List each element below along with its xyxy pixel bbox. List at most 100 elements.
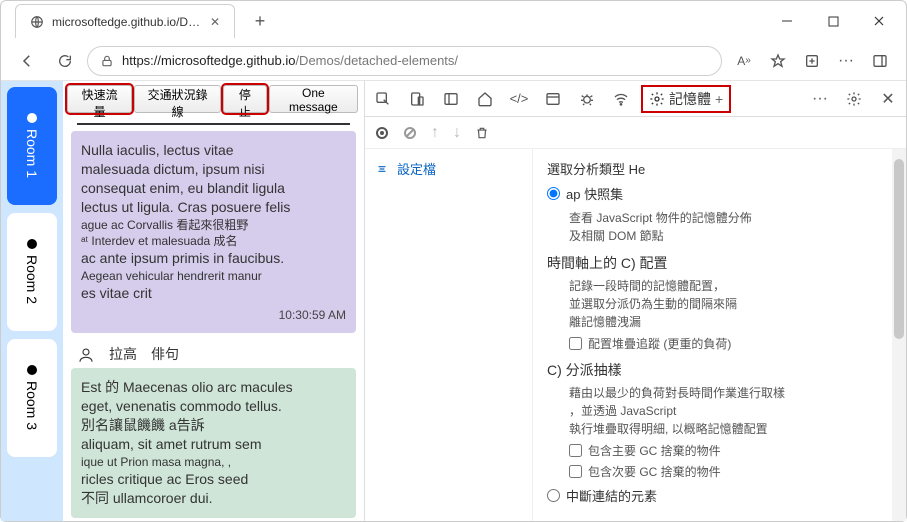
stack-trace-checkbox[interactable]: 配置堆疊追蹤 (更重的負荷) bbox=[569, 335, 892, 352]
status-dot bbox=[27, 239, 37, 249]
checkbox[interactable] bbox=[569, 337, 582, 350]
more-icon[interactable]: ··· bbox=[808, 87, 832, 111]
heap-snapshot-option[interactable]: ap 快照集 bbox=[547, 184, 892, 203]
opt-desc: 離記憶體洩漏 bbox=[569, 313, 892, 331]
status-dot bbox=[27, 113, 37, 123]
up-icon[interactable]: ↑ bbox=[431, 124, 439, 142]
sidebar-toggle[interactable] bbox=[864, 45, 896, 77]
message-bubble-1: Nulla iaculis, lectus vitae malesuada di… bbox=[71, 131, 356, 333]
msg-line: 不同 ullamcoroer dui. bbox=[81, 489, 346, 508]
msg-line: lectus ut ligula. Cras posuere felis bbox=[81, 198, 346, 217]
heap-snapshot-radio[interactable] bbox=[547, 187, 560, 200]
memory-tab-label: 記憶體 bbox=[669, 89, 711, 109]
url-box[interactable]: https://microsoftedge.github.io/Demos/de… bbox=[87, 46, 722, 76]
msg-line: 別名讓鼠饑饑 a告訴 bbox=[81, 416, 346, 435]
cb-label: 包含次要 GC 捨棄的物件 bbox=[588, 463, 721, 480]
message-area: 快速流量 交通狀況錄線 停止 One message Nulla iaculis… bbox=[63, 81, 365, 521]
settings-icon[interactable] bbox=[842, 87, 866, 111]
window-titlebar: microsoftedge.github.io/Demos/d ✕ + bbox=[1, 1, 906, 41]
window-controls bbox=[764, 5, 902, 37]
address-bar: https://microsoftedge.github.io/Demos/de… bbox=[1, 41, 906, 81]
detached-elements-option[interactable]: 中斷連結的元素 bbox=[547, 486, 892, 505]
minimize-button[interactable] bbox=[764, 5, 810, 37]
devtools-panel: </> 記憶體 + ··· ✕ ↑ ↓ bbox=[365, 81, 906, 521]
main-area: Room 1 Room 2 Room 3 快速流量 交通狀況錄線 停止 One … bbox=[1, 81, 906, 521]
msg-line: es vitae crit bbox=[81, 284, 346, 303]
opt-desc: ，並透過 JavaScript bbox=[569, 402, 892, 420]
memory-tab[interactable]: 記憶體 + bbox=[643, 87, 729, 111]
lock-icon bbox=[100, 54, 114, 68]
devtools-body: 設定檔 選取分析類型 He ap 快照集 查看 JavaScript 物件的記憶… bbox=[365, 149, 906, 521]
menu-button[interactable]: ··· bbox=[830, 45, 862, 77]
network-icon[interactable] bbox=[609, 87, 633, 111]
panel-icon[interactable] bbox=[439, 87, 463, 111]
record-icon[interactable] bbox=[375, 126, 389, 140]
opt-desc: 並選取分派仍為生動的間隔來隔 bbox=[569, 295, 892, 313]
maximize-button[interactable] bbox=[810, 5, 856, 37]
major-gc-checkbox[interactable]: 包含主要 GC 捨棄的物件 bbox=[569, 442, 892, 459]
opt-desc: 及相關 DOM 節點 bbox=[569, 227, 892, 245]
status-dot bbox=[27, 365, 37, 375]
opt-desc: 查看 JavaScript 物件的記憶體分佈 bbox=[569, 209, 892, 227]
devtools-close-icon[interactable]: ✕ bbox=[876, 87, 900, 111]
sources-icon[interactable]: </> bbox=[507, 87, 531, 111]
memory-options-panel: 選取分析類型 He ap 快照集 查看 JavaScript 物件的記憶體分佈 … bbox=[533, 149, 906, 521]
checkbox[interactable] bbox=[569, 465, 582, 478]
room-label: Room 2 bbox=[24, 255, 40, 304]
read-aloud-button[interactable]: A» bbox=[728, 45, 760, 77]
back-button[interactable] bbox=[11, 45, 43, 77]
gear-icon bbox=[649, 91, 665, 107]
collections-button[interactable] bbox=[796, 45, 828, 77]
msg-line: Nulla iaculis, lectus vitae bbox=[81, 141, 346, 160]
room-label: Room 3 bbox=[24, 381, 40, 430]
new-tab-button[interactable]: + bbox=[245, 6, 275, 36]
refresh-button[interactable] bbox=[49, 45, 81, 77]
select-he: He bbox=[629, 162, 646, 177]
msg-line: ᵃᵗ Interdev et malesuada 成名 bbox=[81, 233, 346, 249]
scrollbar-thumb[interactable] bbox=[894, 159, 904, 339]
profiles-sidebar: 設定檔 bbox=[365, 149, 533, 521]
home-icon[interactable] bbox=[473, 87, 497, 111]
messages-list[interactable]: Nulla iaculis, lectus vitae malesuada di… bbox=[63, 117, 364, 521]
room-3[interactable]: Room 3 bbox=[7, 339, 57, 457]
detached-elements-radio[interactable] bbox=[547, 489, 560, 502]
msg-line: ac ante ipsum primis in faucibus. bbox=[81, 249, 346, 268]
post-header: 拉高 俳句 bbox=[71, 341, 356, 368]
inspect-icon[interactable] bbox=[371, 87, 395, 111]
minor-gc-checkbox[interactable]: 包含次要 GC 捨棄的物件 bbox=[569, 463, 892, 480]
clear-icon[interactable] bbox=[403, 126, 417, 140]
one-message-button[interactable]: One message bbox=[269, 85, 358, 113]
app-icon[interactable] bbox=[541, 87, 565, 111]
favorite-button[interactable] bbox=[762, 45, 794, 77]
tab-close-icon[interactable]: ✕ bbox=[210, 15, 220, 29]
device-icon[interactable] bbox=[405, 87, 429, 111]
opt-desc: 記錄一段時間的記憶體配置， bbox=[569, 277, 892, 295]
message-bubble-2: Est 的 Maecenas olio arc macules eget, ve… bbox=[71, 368, 356, 518]
msg-line: eget, venenatis commodo tellus. bbox=[81, 397, 346, 416]
trash-icon[interactable] bbox=[475, 126, 489, 140]
opt-title: ap 快照集 bbox=[566, 184, 623, 203]
filter-icon bbox=[375, 162, 389, 176]
msg-line: ique ut Prion masa magna, , bbox=[81, 454, 346, 470]
scrollbar[interactable] bbox=[892, 149, 906, 521]
traffic-recording-button[interactable]: 交通狀況錄線 bbox=[134, 85, 221, 113]
profiles-row[interactable]: 設定檔 bbox=[375, 159, 522, 178]
globe-icon bbox=[30, 15, 44, 29]
room-2[interactable]: Room 2 bbox=[7, 213, 57, 331]
timeline-alloc-title: 時間軸上的 C) 配置 bbox=[547, 253, 892, 273]
bug-icon[interactable] bbox=[575, 87, 599, 111]
fast-traffic-button[interactable]: 快速流量 bbox=[67, 85, 132, 113]
msg-line: consequat enim, eu blandit ligula bbox=[81, 179, 346, 198]
msg-line: malesuada dictum, ipsum nisi bbox=[81, 160, 346, 179]
add-tab-icon[interactable]: + bbox=[715, 91, 723, 107]
browser-tab[interactable]: microsoftedge.github.io/Demos/d ✕ bbox=[15, 4, 235, 38]
msg-line: ricles critique ac Eros seed bbox=[81, 470, 346, 489]
close-button[interactable] bbox=[856, 5, 902, 37]
profiles-label: 設定檔 bbox=[397, 159, 436, 178]
devtools-sub-toolbar: ↑ ↓ bbox=[365, 117, 906, 149]
checkbox[interactable] bbox=[569, 444, 582, 457]
stop-button[interactable]: 停止 bbox=[223, 85, 267, 113]
down-icon[interactable]: ↓ bbox=[453, 124, 461, 142]
message-toolbar: 快速流量 交通狀況錄線 停止 One message bbox=[63, 81, 364, 117]
room-1[interactable]: Room 1 bbox=[7, 87, 57, 205]
